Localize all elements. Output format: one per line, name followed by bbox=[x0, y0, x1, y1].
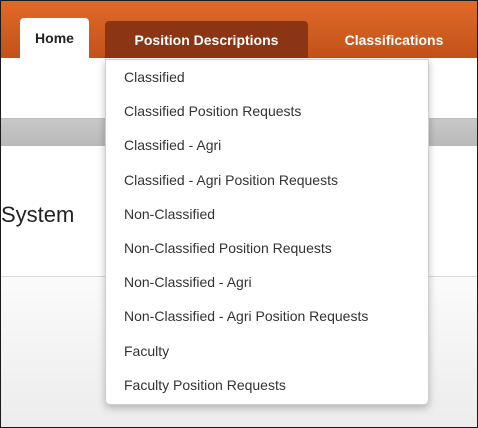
menu-item-classified-agri[interactable]: Classified - Agri bbox=[106, 130, 428, 164]
menu-item-faculty[interactable]: Faculty bbox=[106, 336, 428, 370]
page-title: System bbox=[1, 202, 75, 227]
menu-item-non-classified-agri[interactable]: Non-Classified - Agri bbox=[106, 267, 428, 301]
menu-item-non-classified-position-requests[interactable]: Non-Classified Position Requests bbox=[106, 233, 428, 267]
tab-classifications[interactable]: Classifications bbox=[319, 21, 469, 59]
top-navbar: Home Position Descriptions Classificatio… bbox=[1, 1, 477, 59]
tab-home[interactable]: Home bbox=[20, 18, 89, 58]
menu-item-faculty-position-requests[interactable]: Faculty Position Requests bbox=[106, 370, 428, 404]
menu-item-non-classified[interactable]: Non-Classified bbox=[106, 199, 428, 233]
app-window: Home Position Descriptions Classificatio… bbox=[0, 0, 478, 428]
menu-item-classified[interactable]: Classified bbox=[106, 62, 428, 96]
menu-item-classified-position-requests[interactable]: Classified Position Requests bbox=[106, 96, 428, 130]
menu-item-classified-agri-position-requests[interactable]: Classified - Agri Position Requests bbox=[106, 165, 428, 199]
menu-item-non-classified-agri-position-requests[interactable]: Non-Classified - Agri Position Requests bbox=[106, 301, 428, 335]
tab-position-descriptions[interactable]: Position Descriptions bbox=[105, 21, 308, 59]
position-descriptions-dropdown: Classified Classified Position Requests … bbox=[105, 59, 429, 405]
